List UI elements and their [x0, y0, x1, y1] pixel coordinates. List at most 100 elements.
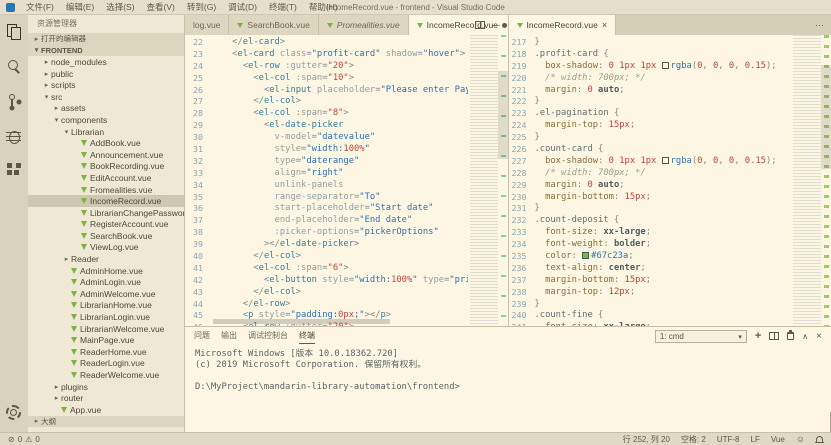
- tree-item[interactable]: LibrarianHome.vue: [28, 300, 184, 312]
- tree-item-label: ReaderWelcome.vue: [80, 370, 159, 380]
- editor-tab[interactable]: log.vue: [185, 15, 229, 35]
- editor-tab[interactable]: SearchBook.vue: [229, 15, 318, 35]
- tree-item[interactable]: ▾ src: [28, 91, 184, 103]
- new-terminal-icon[interactable]: [755, 332, 761, 341]
- line-number: 241: [509, 322, 535, 326]
- minimap[interactable]: [470, 35, 498, 326]
- notifications-bell-icon[interactable]: [816, 436, 823, 443]
- status-item[interactable]: 行 252, 列 20: [623, 434, 670, 445]
- tree-item[interactable]: ▾ components: [28, 114, 184, 126]
- vue-file-icon: [81, 152, 87, 158]
- tree-item[interactable]: ▸ router: [28, 392, 184, 404]
- tree-item[interactable]: ▸ assets: [28, 103, 184, 115]
- status-item[interactable]: UTF-8: [717, 434, 740, 445]
- chevron-icon: ▸: [52, 394, 61, 402]
- split-terminal-icon[interactable]: [769, 332, 779, 340]
- menu-item[interactable]: 帮助(H): [303, 1, 344, 13]
- terminal-shell-select[interactable]: 1: cmd: [655, 330, 747, 343]
- panel-tab[interactable]: 调试控制台: [248, 328, 288, 344]
- problems-status[interactable]: 0 0: [8, 435, 40, 444]
- menu-item[interactable]: 选择(S): [100, 1, 140, 13]
- tree-item[interactable]: BookRecording.vue: [28, 161, 184, 173]
- tree-item[interactable]: ViewLog.vue: [28, 242, 184, 254]
- vue-file-icon: [71, 360, 77, 366]
- menu-item[interactable]: 查看(V): [141, 1, 181, 13]
- source-control-icon[interactable]: [3, 91, 25, 113]
- code-editor-2[interactable]: 217 } 218 .profit-card { 219: [509, 35, 831, 326]
- tree-item-label: ViewLog.vue: [90, 242, 139, 252]
- panel-tab[interactable]: 终端: [299, 328, 315, 344]
- tree-item[interactable]: ▸ plugins: [28, 381, 184, 393]
- code-text: </el-col>: [211, 287, 468, 299]
- tree-item[interactable]: ReaderHome.vue: [28, 346, 184, 358]
- tree-item[interactable]: ▾ Librarian: [28, 126, 184, 138]
- tree-item[interactable]: AdminLogin.vue: [28, 276, 184, 288]
- debug-icon[interactable]: [3, 126, 25, 148]
- line-number: 234: [509, 239, 535, 251]
- tree-item[interactable]: ▸ Reader: [28, 253, 184, 265]
- menu-item[interactable]: 编辑(E): [60, 1, 100, 13]
- minimap[interactable]: [793, 35, 821, 326]
- status-item[interactable]: LF: [751, 434, 760, 445]
- tree-item[interactable]: ▸ 大纲: [28, 416, 184, 428]
- chevron-icon: ▾: [32, 46, 41, 54]
- code-line: 225 }: [509, 132, 792, 144]
- tree-item[interactable]: LibrarianLogin.vue: [28, 311, 184, 323]
- code-line: 227 box-shadow: 0 1px 1px rgba(0, 0, 0, …: [509, 156, 792, 168]
- gear-icon[interactable]: [3, 402, 25, 424]
- more-actions-icon[interactable]: [492, 20, 501, 31]
- status-item[interactable]: Vue: [771, 434, 785, 445]
- warning-count: 0: [35, 435, 39, 444]
- vertical-scrollbar[interactable]: [821, 65, 831, 169]
- feedback-smiley-icon[interactable]: [796, 434, 805, 444]
- menu-item[interactable]: 调试(D): [222, 1, 263, 13]
- tree-item[interactable]: RegisterAccount.vue: [28, 219, 184, 231]
- code-text: .count-deposit {: [535, 215, 792, 227]
- tree-item[interactable]: LibrarianChangePassword.vue: [28, 207, 184, 219]
- close-icon[interactable]: [602, 20, 607, 30]
- menu-item[interactable]: 终端(T): [263, 1, 303, 13]
- extensions-icon[interactable]: [3, 161, 25, 183]
- code-text: type="daterange": [211, 156, 468, 168]
- split-editor-icon[interactable]: [475, 21, 485, 29]
- editor-tab[interactable]: IncomeRecord.vue: [509, 15, 617, 35]
- tree-item[interactable]: ▸ node_modules: [28, 56, 184, 68]
- tree-item[interactable]: EditAccount.vue: [28, 172, 184, 184]
- tree-item[interactable]: Fromealities.vue: [28, 184, 184, 196]
- tree-item[interactable]: AdminWelcome.vue: [28, 288, 184, 300]
- tree-item[interactable]: Announcement.vue: [28, 149, 184, 161]
- panel-tab[interactable]: 输出: [221, 328, 237, 344]
- search-icon[interactable]: [3, 56, 25, 78]
- tree-item[interactable]: AdminHome.vue: [28, 265, 184, 277]
- editor-tab[interactable]: Promealities.vue: [319, 15, 409, 35]
- tree-item[interactable]: App.vue: [28, 404, 184, 416]
- panel-tab[interactable]: 问题: [194, 328, 210, 344]
- tree-item-label: AdminLogin.vue: [80, 277, 141, 287]
- tree-item[interactable]: LibrarianWelcome.vue: [28, 323, 184, 335]
- status-item[interactable]: 空格: 2: [681, 434, 706, 445]
- menu-item[interactable]: 转到(G): [181, 1, 222, 13]
- close-panel-icon[interactable]: [816, 331, 822, 342]
- more-actions-icon[interactable]: [815, 20, 824, 31]
- tree-item[interactable]: ReaderLogin.vue: [28, 358, 184, 370]
- tree-item[interactable]: ReaderWelcome.vue: [28, 369, 184, 381]
- horizontal-scrollbar[interactable]: [213, 319, 390, 324]
- maximize-panel-icon[interactable]: [802, 332, 808, 341]
- code-line: 28 <el-col :span="8">: [185, 108, 468, 120]
- tree-item[interactable]: SearchBook.vue: [28, 230, 184, 242]
- tree-item[interactable]: IncomeRecord.vue: [28, 195, 184, 207]
- menu-item[interactable]: 文件(F): [20, 1, 60, 13]
- tree-item[interactable]: ▸ scripts: [28, 79, 184, 91]
- tree-item[interactable]: MainPage.vue: [28, 334, 184, 346]
- vue-file-icon: [81, 198, 87, 204]
- explorer-icon[interactable]: [3, 21, 25, 43]
- terminal-content[interactable]: Microsoft Windows [版本 10.0.18362.720] (c…: [185, 345, 831, 412]
- tree-item[interactable]: ▸ 打开的编辑器: [28, 33, 184, 45]
- code-editor-1[interactable]: 22 </el-card> 23 <el-card class="profit-…: [185, 35, 508, 326]
- tree-item[interactable]: AddBook.vue: [28, 137, 184, 149]
- vertical-scrollbar[interactable]: [498, 71, 508, 159]
- code-text: margin: 0 auto;: [535, 180, 792, 192]
- tree-item[interactable]: ▾ FRONTEND: [28, 45, 184, 57]
- tree-item[interactable]: ▸ public: [28, 68, 184, 80]
- kill-terminal-icon[interactable]: [787, 332, 794, 340]
